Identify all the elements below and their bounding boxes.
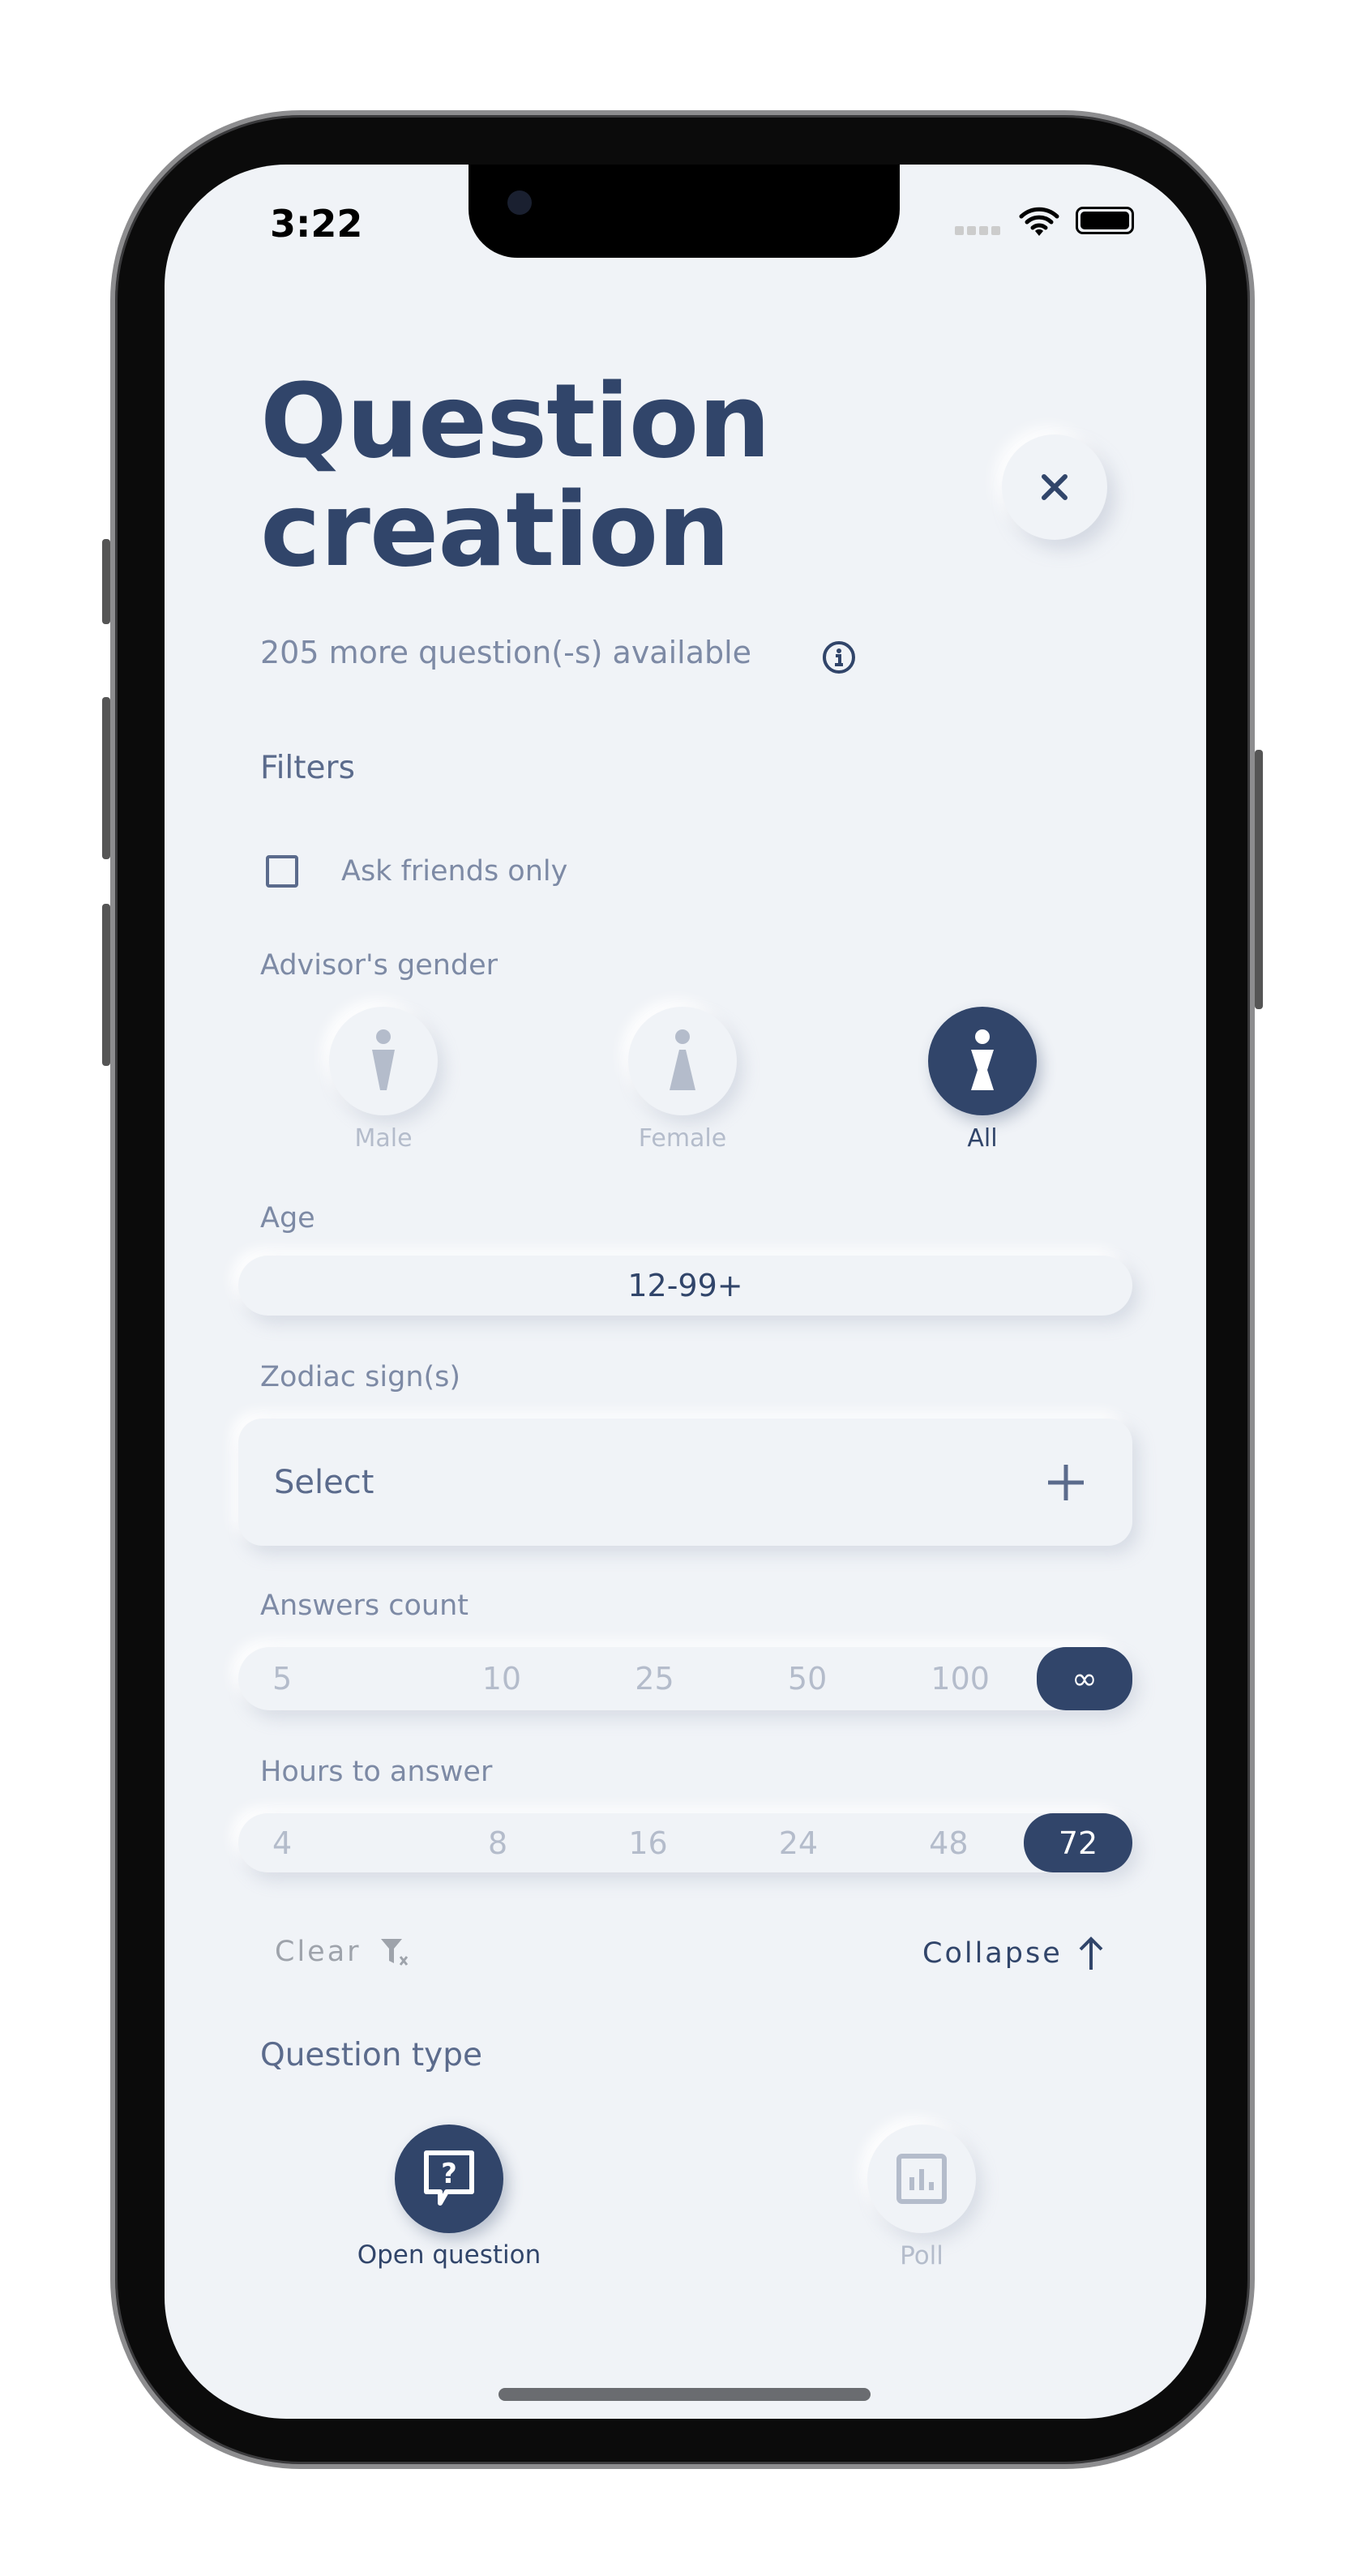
gender-female-button[interactable] (628, 1007, 737, 1115)
questions-available: 205 more question(-s) available (260, 635, 752, 670)
answers-count-label: Answers count (260, 1590, 469, 1622)
hours-option[interactable]: 24 (723, 1825, 873, 1861)
age-range-slider[interactable]: 12-99+ (238, 1256, 1132, 1316)
gender-female-label: Female (638, 1124, 727, 1153)
bar-chart-icon (896, 2154, 947, 2204)
signal-icon (955, 226, 1000, 235)
question-bubble-icon: ? (424, 2150, 474, 2206)
clear-label: Clear (275, 1936, 362, 1968)
ask-friends-checkbox[interactable] (266, 855, 298, 888)
collapse-button[interactable]: Collapse (922, 1936, 1105, 1971)
age-value: 12-99+ (627, 1268, 743, 1303)
notch (469, 165, 900, 258)
hours-option[interactable]: 48 (874, 1825, 1024, 1861)
answers-count-selector[interactable]: 5 10 25 50 100 ∞ (238, 1647, 1132, 1710)
arrow-up-icon (1079, 1936, 1103, 1970)
zodiac-label: Zodiac sign(s) (260, 1361, 461, 1393)
answers-option[interactable]: 100 (884, 1661, 1037, 1697)
answers-option[interactable]: 50 (731, 1661, 884, 1697)
all-genders-icon (971, 1029, 994, 1090)
clear-button[interactable]: Clear (275, 1936, 412, 1968)
plus-icon (1048, 1464, 1084, 1500)
clear-filter-icon (380, 1939, 408, 1966)
screen: 3:22 Question creation 205 more question(… (165, 165, 1206, 2419)
mute-switch (102, 539, 110, 624)
question-type-heading: Question type (260, 2037, 482, 2073)
status-time: 3:22 (270, 202, 363, 246)
answers-option[interactable]: 5 (238, 1661, 426, 1697)
hours-option[interactable]: 8 (422, 1825, 572, 1861)
gender-all-button[interactable] (928, 1007, 1037, 1115)
hours-option[interactable]: 4 (238, 1825, 422, 1861)
page-title: Question creation (260, 362, 771, 589)
gender-label: Advisor's gender (260, 949, 499, 982)
hours-option[interactable]: 16 (573, 1825, 723, 1861)
male-icon (372, 1029, 395, 1090)
open-question-button[interactable]: ? (395, 2125, 503, 2233)
gender-male-label: Male (354, 1124, 413, 1153)
answers-option[interactable]: 25 (578, 1661, 731, 1697)
svg-text:?: ? (441, 2158, 457, 2190)
female-icon (670, 1029, 695, 1090)
zodiac-placeholder: Select (274, 1463, 374, 1501)
zodiac-select[interactable]: Select (238, 1419, 1132, 1546)
collapse-label: Collapse (922, 1937, 1063, 1970)
close-icon (1042, 474, 1068, 500)
wifi-icon (1019, 207, 1059, 236)
info-icon[interactable] (821, 640, 857, 675)
open-question-label: Open question (357, 2240, 541, 2270)
gender-male-button[interactable] (329, 1007, 438, 1115)
close-button[interactable] (1002, 434, 1107, 540)
age-label: Age (260, 1202, 315, 1235)
volume-up-button (102, 697, 110, 859)
power-button (1255, 750, 1263, 1009)
poll-button[interactable] (867, 2125, 976, 2233)
poll-label: Poll (900, 2241, 944, 2270)
battery-icon (1076, 207, 1134, 234)
filters-heading: Filters (260, 750, 355, 786)
hours-selector[interactable]: 4 8 16 24 48 72 (238, 1813, 1133, 1872)
camera-icon (507, 190, 532, 215)
hours-label: Hours to answer (260, 1756, 493, 1788)
hours-option-selected[interactable]: 72 (1024, 1813, 1133, 1872)
answers-option-selected[interactable]: ∞ (1036, 1647, 1132, 1710)
ask-friends-label: Ask friends only (341, 855, 568, 888)
answers-option[interactable]: 10 (426, 1661, 579, 1697)
gender-all-label: All (967, 1124, 998, 1153)
volume-down-button (102, 904, 110, 1066)
home-indicator[interactable] (499, 2388, 871, 2401)
